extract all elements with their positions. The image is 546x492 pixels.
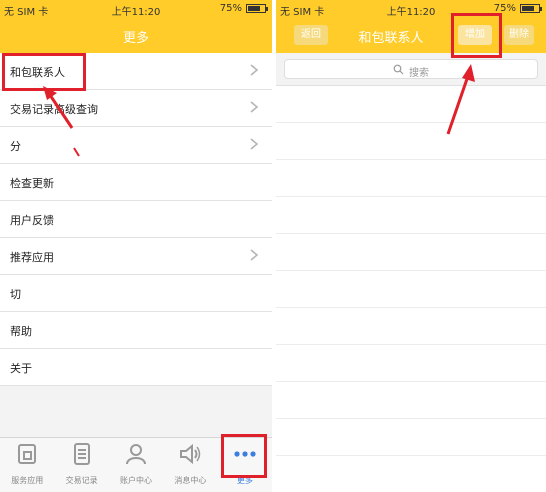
stray-mark xyxy=(73,147,80,157)
annotation-arrows xyxy=(43,64,475,157)
arrow-right xyxy=(446,64,475,135)
arrow-left xyxy=(43,86,74,129)
